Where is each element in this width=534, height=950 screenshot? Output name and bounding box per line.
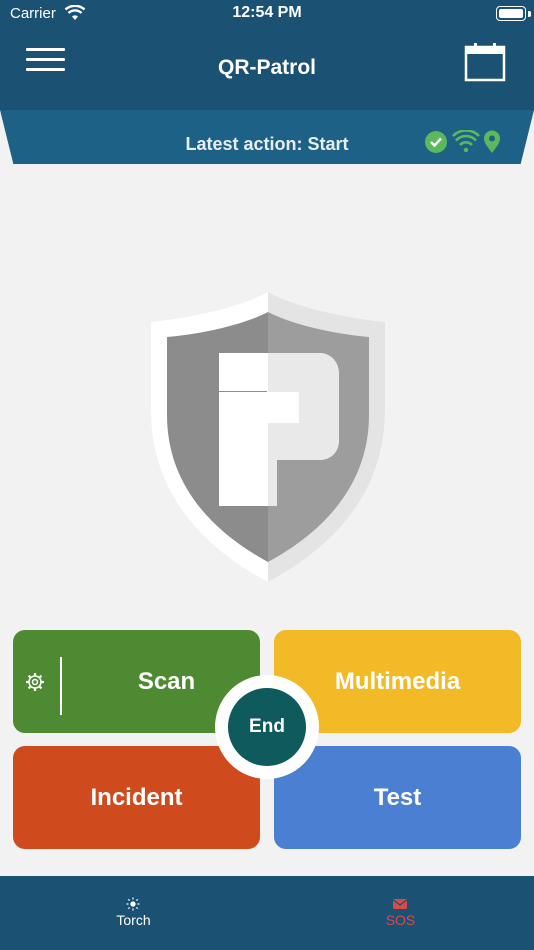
gear-icon[interactable] [25, 672, 45, 692]
calendar-icon[interactable] [464, 42, 506, 82]
torch-label: Torch [116, 912, 151, 928]
app-header: QR-Patrol [0, 28, 534, 110]
bottom-tab-bar: Torch SOS [0, 876, 534, 950]
battery-tip [528, 11, 531, 17]
sun-icon [126, 897, 140, 911]
location-pin-icon [484, 130, 500, 153]
page-title: QR-Patrol [217, 56, 316, 79]
qr-patrol-shield-logo [151, 292, 385, 582]
status-indicators [425, 130, 500, 153]
scan-divider [60, 657, 62, 715]
latest-action-banner: Latest action: Start [0, 110, 534, 164]
incident-label: Incident [90, 783, 183, 811]
clock-time: 12:54 PM [232, 4, 302, 21]
end-button[interactable]: End [228, 688, 306, 766]
test-label: Test [373, 783, 422, 811]
tab-torch[interactable]: Torch [0, 876, 267, 950]
incident-button[interactable]: Incident [13, 746, 260, 849]
status-bar: Carrier 12:54 PM [0, 0, 534, 28]
test-button[interactable]: Test [274, 746, 521, 849]
end-label: End [249, 716, 285, 737]
wifi-icon [452, 130, 480, 153]
check-circle-icon [425, 131, 447, 153]
battery-icon [496, 6, 526, 21]
sos-label: SOS [385, 912, 416, 928]
tab-sos[interactable]: SOS [267, 876, 534, 950]
envelope-icon [393, 899, 407, 909]
multimedia-label: Multimedia [334, 667, 461, 695]
